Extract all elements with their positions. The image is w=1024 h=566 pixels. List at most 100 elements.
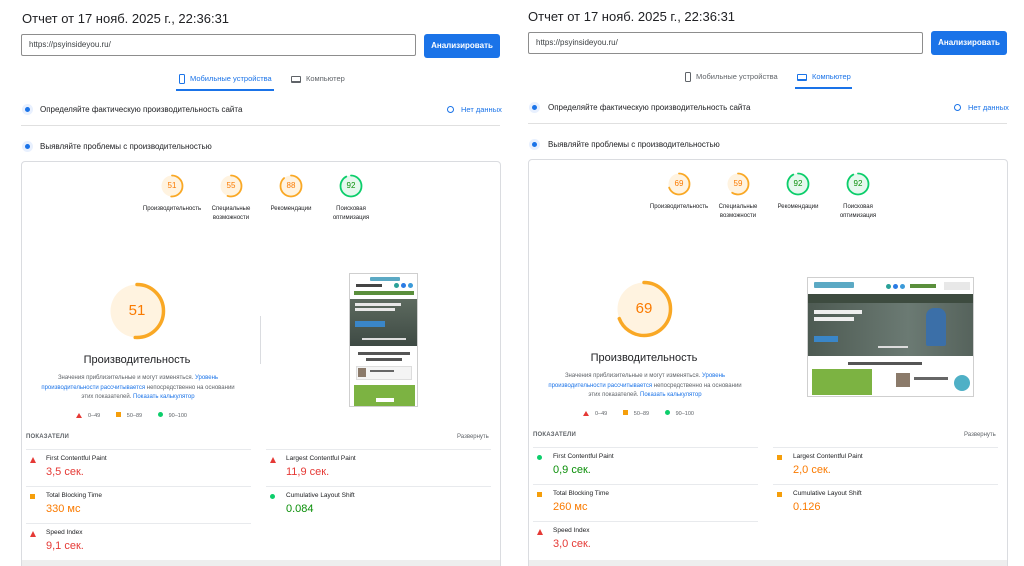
metric-si: Speed Index 3,0 сек.	[533, 521, 758, 558]
metric-name: Speed Index	[46, 529, 83, 536]
triangle-icon	[76, 413, 82, 418]
tab-desktop[interactable]: Компьютер	[797, 70, 851, 84]
metric-name: Largest Contentful Paint	[793, 453, 863, 460]
performance-gauge: 51	[108, 282, 166, 340]
metrics-heading: ПОКАЗАТЕЛИ	[533, 432, 576, 438]
metric-value: 9,1 сек.	[46, 540, 84, 552]
card-separator	[260, 316, 261, 364]
tab-mobile[interactable]: Мобильные устройства	[685, 70, 778, 84]
active-tab-indicator	[795, 87, 852, 89]
tab-desktop[interactable]: Компьютер	[291, 72, 345, 86]
metric-name: Speed Index	[553, 527, 590, 534]
square-icon	[622, 410, 628, 415]
metric-tbt: Total Blocking Time 260 мс	[533, 484, 758, 521]
score-accessibility[interactable]: 55	[219, 174, 243, 198]
metric-status-icon	[30, 457, 36, 463]
url-input[interactable]: https://psyinsideyou.ru/	[528, 32, 923, 54]
mobile-screenshot	[349, 273, 418, 407]
tab-mobile-label: Мобильные устройства	[190, 74, 272, 83]
metric-status-icon	[777, 492, 782, 497]
metric-value: 3,5 сек.	[46, 466, 84, 478]
score-best-practices[interactable]: 92	[786, 172, 810, 196]
score-performance[interactable]: 51	[160, 174, 184, 198]
metric-value: 260 мс	[553, 501, 588, 513]
metric-tbt: Total Blocking Time 330 мс	[26, 486, 251, 523]
metrics-heading: ПОКАЗАТЕЛИ	[26, 434, 69, 440]
score-label: Поисковая оптимизация	[839, 204, 877, 219]
calculator-link[interactable]: Показать калькулятор	[133, 394, 195, 400]
no-data-link[interactable]: Нет данных	[954, 101, 1009, 115]
analyze-button[interactable]: Анализировать	[424, 34, 500, 58]
tab-desktop-label: Компьютер	[812, 72, 851, 81]
metric-status-icon	[537, 529, 543, 535]
metric-name: Largest Contentful Paint	[286, 455, 356, 462]
performance-title: Производительность	[83, 354, 191, 366]
score-label: Производительность	[649, 204, 709, 210]
score-accessibility[interactable]: 59	[726, 172, 750, 196]
score-legend: 0–49 50–89 90–100	[583, 410, 708, 418]
score-legend: 0–49 50–89 90–100	[76, 412, 201, 420]
metric-value: 11,9 сек.	[286, 466, 330, 478]
mobile-report-panel: Отчет от 17 нояб. 2025 г., 22:36:31 http…	[0, 0, 507, 566]
score-value: 69	[674, 179, 684, 188]
report-title: Отчет от 17 нояб. 2025 г., 22:36:31	[528, 9, 736, 24]
tab-mobile[interactable]: Мобильные устройства	[179, 72, 272, 86]
section-divider	[21, 125, 500, 126]
phone-icon	[685, 72, 691, 83]
metric-value: 0,9 сек.	[553, 464, 591, 476]
field-data-icon	[529, 102, 540, 113]
score-seo[interactable]: 92	[339, 174, 363, 198]
legend-green: 90–100	[675, 411, 694, 417]
diagnose-icon	[529, 139, 540, 150]
score-best-practices[interactable]: 88	[279, 174, 303, 198]
metric-status-icon	[777, 455, 782, 460]
performance-score: 69	[635, 300, 653, 317]
desktop-report-panel: Отчет от 17 нояб. 2025 г., 22:36:31 http…	[507, 0, 1024, 566]
calculator-link[interactable]: Показать калькулятор	[640, 392, 702, 398]
url-input[interactable]: https://psyinsideyou.ru/	[21, 34, 416, 56]
tab-desktop-label: Компьютер	[306, 74, 345, 83]
active-tab-indicator	[176, 89, 274, 91]
info-icon	[954, 104, 961, 111]
score-performance[interactable]: 69	[667, 172, 691, 196]
legend-orange: 50–89	[126, 413, 143, 419]
field-data-heading: Определяйте фактическую производительнос…	[40, 105, 243, 114]
diagnose-heading: Выявляйте проблемы с производительностью	[548, 140, 720, 149]
metric-name: First Contentful Paint	[553, 453, 614, 460]
score-label: Рекомендации	[777, 204, 819, 210]
no-data-link[interactable]: Нет данных	[447, 103, 502, 117]
square-icon	[115, 412, 121, 417]
legend-red: 0–49	[595, 411, 608, 417]
metric-status-icon	[30, 494, 35, 499]
legend-green: 90–100	[168, 413, 187, 419]
field-data-heading: Определяйте фактическую производительнос…	[548, 103, 751, 112]
metric-name: Cumulative Layout Shift	[793, 490, 862, 497]
score-seo[interactable]: 92	[846, 172, 870, 196]
expand-metrics-button[interactable]: Развернуть	[457, 434, 489, 440]
laptop-icon	[291, 75, 301, 83]
no-data-label: Нет данных	[968, 103, 1009, 112]
performance-gauge: 69	[615, 280, 673, 338]
score-value: 51	[167, 181, 177, 190]
metric-cls: Cumulative Layout Shift 0.084	[266, 486, 491, 523]
expand-metrics-button[interactable]: Развернуть	[964, 432, 996, 438]
metric-status-icon	[30, 531, 36, 537]
metric-status-icon	[537, 455, 542, 460]
legend-orange: 50–89	[633, 411, 650, 417]
score-value: 92	[346, 181, 356, 190]
no-data-label: Нет данных	[461, 105, 502, 114]
legend-red: 0–49	[88, 413, 101, 419]
report-title: Отчет от 17 нояб. 2025 г., 22:36:31	[22, 11, 230, 26]
circle-icon	[157, 412, 163, 417]
field-data-icon	[22, 104, 33, 115]
score-value: 88	[286, 181, 296, 190]
performance-title: Производительность	[590, 352, 698, 364]
metric-name: Cumulative Layout Shift	[286, 492, 355, 499]
performance-note: Значения приблизительные и могут изменят…	[545, 372, 745, 401]
metric-status-icon	[270, 494, 275, 499]
analyze-button[interactable]: Анализировать	[931, 31, 1007, 55]
metric-cls: Cumulative Layout Shift 0.126	[773, 484, 998, 521]
performance-score: 51	[128, 302, 146, 319]
score-label: Специальные возможности	[718, 204, 758, 219]
metric-si: Speed Index 9,1 сек.	[26, 523, 251, 560]
